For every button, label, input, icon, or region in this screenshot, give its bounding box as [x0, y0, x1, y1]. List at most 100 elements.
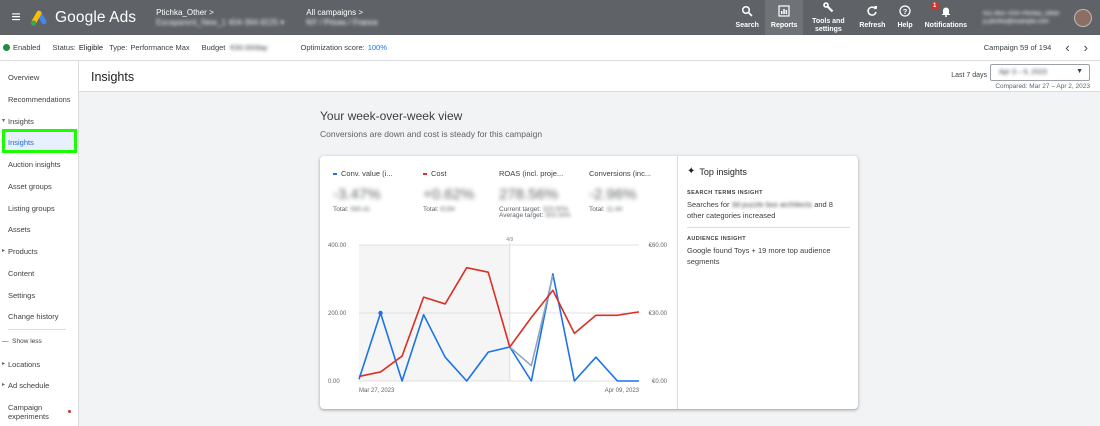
metric-total-value: €194 [440, 206, 455, 213]
account-sub: Escaparent_New_1 404-394-9225 [156, 17, 279, 27]
bell-icon [940, 5, 952, 20]
tools-label: Tools and settings [812, 18, 845, 33]
user-account[interactable]: 911-963-7000 Ptichka_Other p.ptichka@exa… [983, 0, 1092, 35]
show-less-button[interactable]: — Show less [2, 338, 42, 345]
search-button[interactable]: Search [730, 0, 765, 35]
metric-total-value: 560.41 [350, 206, 371, 213]
search-icon [741, 5, 753, 20]
metric-total-label: Total: [423, 206, 439, 213]
sidebar-item-settings[interactable]: Settings [8, 291, 35, 300]
budget-value[interactable]: €30.00/day [230, 43, 267, 52]
status-value: Eligible [78, 43, 104, 52]
refresh-icon [866, 5, 878, 20]
notifications-button[interactable]: 1 Notifications [919, 0, 973, 35]
optimization-value[interactable]: 100% [368, 43, 387, 52]
wrench-icon [822, 1, 834, 16]
left-axis-tick-label: 0.00 [328, 379, 340, 385]
metric-cost[interactable]: Cost +0.62% Total: €194 [423, 169, 508, 214]
type-value: Performance Max [130, 43, 190, 52]
series-line-1 [509, 275, 554, 367]
help-label: Help [897, 22, 913, 29]
metric-change: 278.56% [499, 186, 559, 203]
help-button[interactable]: ? Help [891, 0, 918, 35]
wow-card: Conv. value (i... -3.47% Total: 560.41 C… [320, 156, 858, 409]
avatar[interactable] [1074, 8, 1092, 27]
top-actions: Search Reports Tools and settings Refres… [730, 0, 1100, 35]
top-bar: ≡ Google Ads Ptichka_Other > Escaparent_… [0, 0, 1100, 35]
campaign-status-bar: Enabled Status: Eligible Type: Performan… [0, 35, 1100, 61]
x-tick-label: Mar 27, 2023 [359, 388, 395, 394]
optimization-label: Optimization score: [300, 43, 365, 52]
prev-campaign-icon[interactable]: ‹ [1065, 40, 1069, 55]
top-insights-title: Top insights [699, 166, 747, 177]
campaign-state[interactable]: Enabled [13, 43, 41, 52]
card-divider [677, 156, 678, 409]
left-axis-tick-label: 200.00 [328, 311, 347, 317]
sidebar-group-insights[interactable]: Insights [2, 117, 34, 126]
left-axis-tick-label: 400.00 [328, 243, 347, 249]
budget-label: Budget [201, 43, 226, 52]
sidebar-group-ad-schedule[interactable]: Ad schedule [2, 381, 49, 390]
insight-separator [687, 227, 850, 228]
insight-text-a: Searches for [687, 200, 730, 209]
insight-text-b: 3d puzzle box architects [731, 200, 813, 209]
main-content: Insights Last 7 days Apr 3 – 9, 2023 ▼ C… [79, 61, 1100, 426]
insight-label-search-terms: SEARCH TERMS INSIGHT [687, 190, 763, 196]
metric-conversions[interactable]: Conversions (inc... -2.96% Total: 11.44 [589, 169, 674, 214]
notification-badge: 1 [930, 2, 939, 10]
reports-label: Reports [770, 22, 798, 29]
sidebar-item-campaign-experiments[interactable]: Campaign experiments [8, 403, 56, 421]
sidebar-item-recommendations[interactable]: Recommendations [8, 95, 71, 104]
account-switcher[interactable]: Ptichka_Other > Escaparent_New_1 404-394… [156, 8, 284, 28]
metric-name: Cost [431, 169, 447, 178]
insight-text-audience[interactable]: Google found Toys + 19 more top audience… [687, 245, 850, 267]
metric-conv-value[interactable]: Conv. value (i... -3.47% Total: 560.41 [333, 169, 418, 214]
wow-line-chart[interactable]: 4/9 400.00 €60.00 200.00 €30.00 0.00 €0.00 Mar … [320, 236, 677, 401]
sidebar-item-overview[interactable]: Overview [8, 73, 39, 82]
wow-title: Your week-over-week view [320, 109, 463, 123]
campaign-counter: Campaign 59 of 194 [983, 43, 1052, 52]
app-name: Google Ads [55, 8, 137, 26]
x-tick-label: Apr 09, 2023 [605, 388, 640, 394]
sidebar-group-locations[interactable]: Locations [2, 360, 40, 369]
metric-roas[interactable]: ROAS (incl. proje... 278.56% Current tar… [499, 169, 584, 220]
account-name: Ptichka_Other [156, 7, 207, 17]
sidebar-item-listing-groups[interactable]: Listing groups [8, 204, 55, 213]
sidebar-item-assets[interactable]: Assets [8, 225, 31, 234]
metric-total-value: 11.44 [606, 206, 623, 213]
next-campaign-icon[interactable]: › [1084, 40, 1088, 55]
sidebar-item-insights[interactable]: Insights [8, 138, 34, 147]
refresh-button[interactable]: Refresh [853, 0, 891, 35]
refresh-label: Refresh [859, 22, 886, 29]
sidebar-group-products[interactable]: Products [2, 247, 38, 256]
wow-subtitle: Conversions are down and cost is steady … [320, 129, 543, 139]
metric-total-label: Total: [589, 206, 605, 213]
date-range-picker[interactable]: Apr 3 – 9, 2023 ▼ [990, 64, 1090, 81]
metric-name: ROAS (incl. proje... [499, 169, 564, 178]
sparkle-icon: ✦ [687, 166, 696, 177]
metric-name: Conversions (inc... [589, 169, 652, 178]
help-icon: ? [899, 5, 911, 20]
insight-text-search-terms[interactable]: Searches for 3d puzzle box architects an… [687, 199, 850, 221]
right-axis-tick-label: €30.00 [649, 311, 668, 317]
user-line-2: p.ptichka@example.com [983, 18, 1049, 25]
chevron-right-icon: > [209, 7, 214, 17]
tools-settings-button[interactable]: Tools and settings [803, 0, 853, 35]
menu-icon[interactable]: ≡ [2, 0, 30, 35]
reports-button[interactable]: Reports [764, 0, 804, 35]
sidebar: Overview Recommendations Insights Insigh… [0, 61, 79, 426]
google-ads-logo[interactable]: Google Ads [30, 9, 136, 27]
average-target-label: Average target: [499, 212, 544, 219]
status-label: Status: [52, 43, 76, 52]
sidebar-item-asset-groups[interactable]: Asset groups [8, 182, 52, 191]
metric-change: -3.47% [333, 186, 381, 203]
sidebar-item-change-history[interactable]: Change history [8, 312, 58, 321]
collapse-dash-icon: — [2, 338, 9, 345]
campaigns-sub: NY / Prices / France [306, 17, 378, 27]
sidebar-item-content[interactable]: Content [8, 269, 34, 278]
new-indicator-dot [68, 410, 71, 413]
sidebar-divider [8, 329, 66, 330]
campaign-switcher[interactable]: All campaigns > NY / Prices / France [306, 8, 377, 28]
sidebar-item-auction-insights[interactable]: Auction insights [8, 160, 61, 169]
dropdown-caret-icon: ▼ [1076, 68, 1083, 75]
